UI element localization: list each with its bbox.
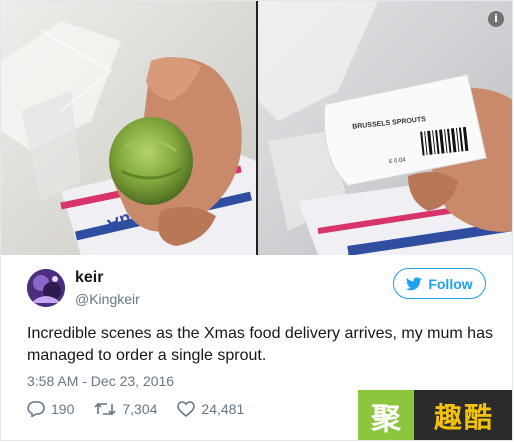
reply-action[interactable]: 190 <box>27 401 74 417</box>
tweet-media[interactable]: xuA BRUSSELS SPROUTS £ 0.04 i <box>1 1 512 255</box>
like-count: 24,481 <box>201 401 245 417</box>
follow-label: Follow <box>428 275 473 292</box>
follow-button[interactable]: Follow <box>393 268 486 299</box>
user-handle[interactable]: @Kingkeir <box>75 291 140 307</box>
photo-sprout-in-bag[interactable]: xuA <box>1 1 256 255</box>
avatar[interactable] <box>27 269 65 307</box>
heart-icon <box>177 401 196 417</box>
retweet-action[interactable]: 7,304 <box>94 401 157 417</box>
photo-sprout-label[interactable]: BRUSSELS SPROUTS £ 0.04 <box>258 1 512 255</box>
retweet-icon <box>94 402 116 416</box>
watermark-left: 聚 <box>358 390 414 440</box>
watermark-logo: 聚 趣酷 <box>358 390 512 440</box>
tweet-text: Incredible scenes as the Xmas food deliv… <box>27 325 493 364</box>
tweet-actions: 190 7,304 24,481 <box>27 399 244 419</box>
info-icon[interactable]: i <box>488 11 504 27</box>
watermark-right: 趣酷 <box>414 390 512 440</box>
tweet-card: xuA BRUSSELS SPROUTS £ 0.04 i keir @King… <box>0 0 513 441</box>
reply-icon <box>27 401 45 417</box>
like-action[interactable]: 24,481 <box>177 401 244 417</box>
twitter-bird-icon <box>406 276 423 290</box>
user-display-name[interactable]: keir <box>75 269 103 287</box>
retweet-count: 7,304 <box>122 401 158 417</box>
reply-count: 190 <box>51 401 75 417</box>
tweet-timestamp[interactable]: 3:58 AM - Dec 23, 2016 <box>27 373 174 389</box>
